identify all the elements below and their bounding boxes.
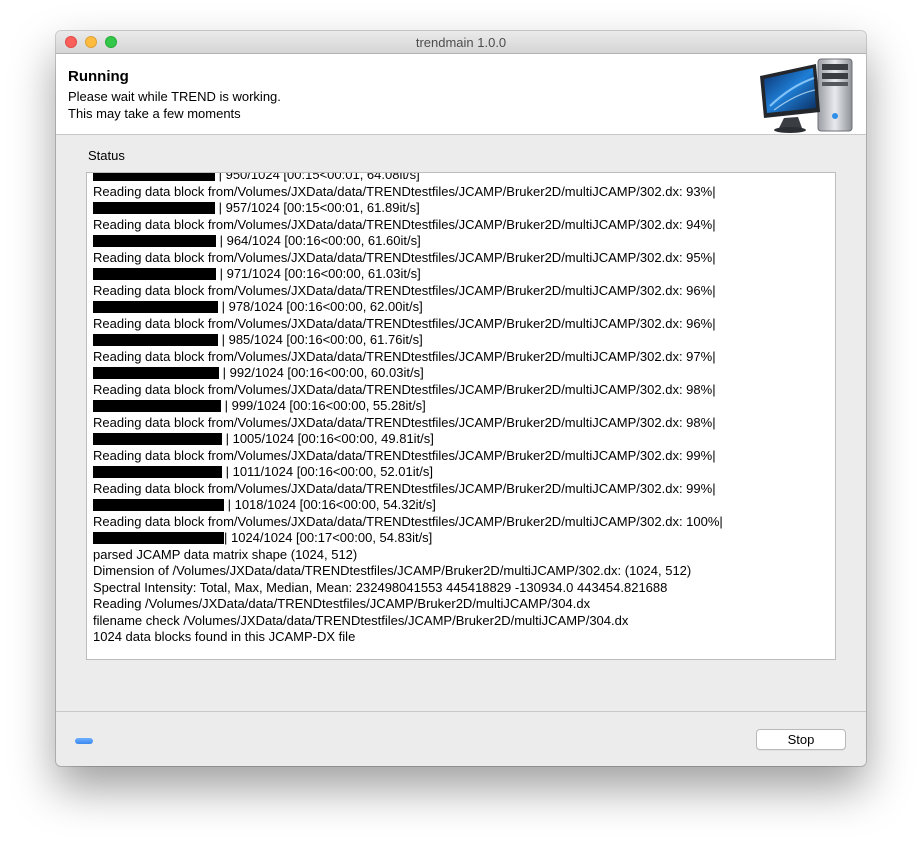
computer-icon [760, 58, 853, 133]
progress-bar [93, 400, 221, 412]
log-text: Reading data block from/Volumes/JXData/d… [93, 282, 716, 298]
progress-bar [93, 433, 222, 445]
log-line: | 950/1024 [00:15<00:01, 64.08it/s] [93, 172, 831, 184]
log-line: | 957/1024 [00:15<00:01, 61.89it/s] [93, 200, 831, 217]
status-label: Status [88, 148, 125, 163]
log-text: filename check /Volumes/JXData/data/TREN… [93, 612, 629, 628]
progress-bar [93, 173, 215, 181]
log-line: Reading data block from/Volumes/JXData/d… [93, 184, 831, 201]
log-line: | 1024/1024 [00:17<00:00, 54.83it/s] [93, 530, 831, 547]
busy-indicator-icon [75, 738, 93, 744]
log-line: Reading data block from/Volumes/JXData/d… [93, 481, 831, 498]
log-line: | 1005/1024 [00:16<00:00, 49.81it/s] [93, 431, 831, 448]
progress-bar [93, 202, 215, 214]
log-line: | 992/1024 [00:16<00:00, 60.03it/s] [93, 365, 831, 382]
stop-button[interactable]: Stop [756, 729, 846, 750]
log-text: Reading /Volumes/JXData/data/TRENDtestfi… [93, 596, 591, 611]
running-title: Running [68, 68, 129, 85]
log-text: Reading data block from/Volumes/JXData/d… [93, 480, 716, 496]
title-bar[interactable]: trendmain 1.0.0 [56, 31, 866, 54]
log-line: | 985/1024 [00:16<00:00, 61.76it/s] [93, 332, 831, 349]
log-line: Dimension of /Volumes/JXData/data/TRENDt… [93, 563, 831, 580]
progress-bar [93, 301, 218, 313]
log-line: parsed JCAMP data matrix shape (1024, 51… [93, 547, 831, 564]
log-line: Reading data block from/Volumes/JXData/d… [93, 283, 831, 300]
log-text: | 1011/1024 [00:16<00:00, 52.01it/s] [222, 464, 433, 479]
log-text: | 964/1024 [00:16<00:00, 61.60it/s] [216, 233, 421, 248]
footer-divider [56, 711, 866, 712]
log-text: Reading data block from/Volumes/JXData/d… [93, 414, 716, 430]
app-window: trendmain 1.0.0 Running Please wait whil… [56, 31, 866, 766]
log-text: Reading data block from/Volumes/JXData/d… [93, 315, 716, 331]
progress-bar [93, 334, 218, 346]
log-text: parsed JCAMP data matrix shape (1024, 51… [93, 546, 358, 562]
log-text: | 978/1024 [00:16<00:00, 62.00it/s] [218, 299, 423, 314]
progress-bar [93, 532, 224, 544]
log-text: | 1018/1024 [00:16<00:00, 54.32it/s] [224, 497, 436, 512]
log-text: Spectral Intensity: Total, Max, Median, … [93, 579, 668, 595]
window-title: trendmain 1.0.0 [415, 35, 507, 50]
wait-message: Please wait while TREND is working. [68, 89, 281, 104]
progress-bar [93, 268, 216, 280]
progress-bar [93, 466, 222, 478]
log-line: Reading data block from/Volumes/JXData/d… [93, 514, 831, 531]
log-text: Reading data block from/Volumes/JXData/d… [93, 183, 716, 199]
log-line: Reading data block from/Volumes/JXData/d… [93, 415, 831, 432]
log-text: Reading data block from/Volumes/JXData/d… [93, 249, 716, 265]
log-text: Reading data block from/Volumes/JXData/d… [93, 513, 723, 529]
log-text: Reading data block from/Volumes/JXData/d… [93, 348, 716, 364]
progress-bar [93, 499, 224, 511]
status-log[interactable]: | 950/1024 [00:15<00:01, 64.08it/s] Readi… [86, 172, 836, 660]
log-line: Spectral Intensity: Total, Max, Median, … [93, 580, 831, 597]
log-line: Reading data block from/Volumes/JXData/d… [93, 382, 831, 399]
log-line: Reading data block from/Volumes/JXData/d… [93, 448, 831, 465]
progress-bar [93, 367, 219, 379]
log-line: | 999/1024 [00:16<00:00, 55.28it/s] [93, 398, 831, 415]
log-text: 1024 data blocks found in this JCAMP-DX … [93, 629, 356, 644]
status-log-content: | 950/1024 [00:15<00:01, 64.08it/s] Readi… [93, 172, 831, 646]
log-line: 1024 data blocks found in this JCAMP-DX … [93, 629, 831, 646]
log-line: filename check /Volumes/JXData/data/TREN… [93, 613, 831, 630]
moments-message: This may take a few moments [68, 106, 241, 121]
log-text: | 1024/1024 [00:17<00:00, 54.83it/s] [224, 530, 433, 545]
log-text: | 950/1024 [00:15<00:01, 64.08it/s] [215, 172, 420, 182]
log-text: Reading data block from/Volumes/JXData/d… [93, 381, 716, 397]
progress-bar [93, 235, 216, 247]
log-text: | 985/1024 [00:16<00:00, 61.76it/s] [218, 332, 423, 347]
log-text: | 957/1024 [00:15<00:01, 61.89it/s] [215, 200, 420, 215]
log-line: | 978/1024 [00:16<00:00, 62.00it/s] [93, 299, 831, 316]
log-line: Reading data block from/Volumes/JXData/d… [93, 316, 831, 333]
log-line: | 964/1024 [00:16<00:00, 61.60it/s] [93, 233, 831, 250]
log-text: | 992/1024 [00:16<00:00, 60.03it/s] [219, 365, 424, 380]
log-line: | 1011/1024 [00:16<00:00, 52.01it/s] [93, 464, 831, 481]
log-line: Reading data block from/Volumes/JXData/d… [93, 250, 831, 267]
log-line: Reading /Volumes/JXData/data/TRENDtestfi… [93, 596, 831, 613]
log-text: | 971/1024 [00:16<00:00, 61.03it/s] [216, 266, 421, 281]
header-panel: Running Please wait while TREND is worki… [56, 54, 866, 135]
log-text: | 1005/1024 [00:16<00:00, 49.81it/s] [222, 431, 434, 446]
log-text: Dimension of /Volumes/JXData/data/TRENDt… [93, 563, 692, 578]
log-line: | 1018/1024 [00:16<00:00, 54.32it/s] [93, 497, 831, 514]
log-line: Reading data block from/Volumes/JXData/d… [93, 217, 831, 234]
log-text: Reading data block from/Volumes/JXData/d… [93, 216, 716, 232]
log-line: | 971/1024 [00:16<00:00, 61.03it/s] [93, 266, 831, 283]
log-line: Reading data block from/Volumes/JXData/d… [93, 349, 831, 366]
log-text: Reading data block from/Volumes/JXData/d… [93, 447, 716, 463]
log-text: | 999/1024 [00:16<00:00, 55.28it/s] [221, 398, 426, 413]
